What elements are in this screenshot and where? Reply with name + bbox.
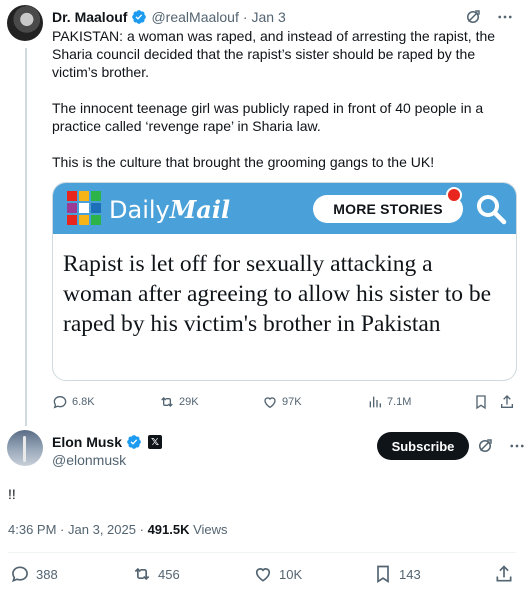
tweet-time[interactable]: 4:36 PM (8, 522, 56, 537)
reply-count: 388 (36, 566, 58, 582)
link-preview-card[interactable]: DailyMail MORE STORIES Rapist is let off… (52, 182, 517, 381)
share-action[interactable] (499, 394, 515, 410)
author-handle[interactable]: @elonmusk (52, 452, 126, 468)
article-headline: Rapist is let off for sexually attacking… (63, 251, 492, 337)
tweet-paragraph: PAKISTAN: a woman was raped, and instead… (52, 28, 496, 80)
reply-icon (11, 566, 28, 583)
like-icon (264, 397, 276, 409)
avatar-maalouf[interactable] (7, 5, 43, 41)
grok-icon[interactable] (464, 8, 482, 26)
verified-badge-icon (127, 435, 141, 449)
avatar-elon-musk[interactable] (7, 430, 43, 466)
logo-tile (79, 203, 89, 213)
views-count: 491.5K (147, 522, 190, 537)
views-count: 7.1M (387, 396, 412, 408)
views-icon (369, 396, 381, 408)
repost-action[interactable]: 456 (132, 564, 180, 584)
reply-header: Elon Musk 𝕏 (52, 433, 163, 451)
subscribe-button[interactable]: Subscribe (377, 432, 469, 460)
author-name[interactable]: Dr. Maalouf (52, 9, 127, 25)
divider (8, 552, 516, 553)
bookmark-icon (377, 565, 389, 584)
tweet-action-bar: 6.8K 29K 97K 7.1M (0, 393, 526, 411)
tweet-timestamp-line: 4:36 PM · Jan 3, 2025 · 491.5K Views (8, 522, 228, 537)
logo-tile (91, 215, 101, 225)
bookmark-action[interactable] (473, 394, 489, 410)
like-count: 10K (279, 566, 303, 582)
logo-tile (79, 191, 89, 201)
author-handle[interactable]: @realMaalouf (151, 9, 238, 25)
logo-tile (67, 215, 77, 225)
views-label: Views (193, 522, 228, 537)
search-icon (477, 195, 507, 225)
tweet-body: PAKISTAN: a woman was raped, and instead… (52, 27, 514, 189)
grok-icon[interactable] (476, 437, 494, 455)
reply-action[interactable]: 6.8K (52, 394, 95, 410)
logo-tile (67, 191, 77, 201)
tweet-full-date[interactable]: Jan 3, 2025 (68, 522, 136, 537)
brand-light: Daily (109, 196, 170, 224)
tweet-paragraph: This is the culture that brought the gro… (52, 154, 435, 170)
more-icon[interactable] (508, 437, 526, 455)
repost-icon (134, 567, 150, 581)
meta-separator: · (139, 522, 144, 537)
bookmark-count: 143 (399, 566, 421, 582)
repost-count: 29K (179, 396, 199, 408)
like-count: 97K (282, 396, 302, 408)
daily-mail-wordmark: DailyMail (109, 195, 230, 224)
tweet-header: Dr. Maalouf @realMaalouf · Jan 3 (52, 8, 286, 26)
logo-tile (91, 203, 101, 213)
bookmark-action[interactable]: 143 (373, 564, 421, 584)
reply-icon (53, 395, 67, 409)
share-icon (501, 395, 513, 408)
repost-count: 456 (158, 566, 180, 582)
reply-action-bar: 388 456 10K 143 (0, 564, 526, 586)
x-affiliation-icon[interactable]: 𝕏 (148, 435, 163, 449)
more-stories-button: MORE STORIES (313, 195, 463, 223)
daily-mail-logo-icon (67, 191, 103, 227)
reply-action[interactable]: 388 (10, 564, 58, 584)
author-name[interactable]: Elon Musk (52, 434, 122, 450)
verified-badge-icon (132, 10, 147, 24)
thread-connector-line (25, 48, 27, 426)
logo-tile (79, 215, 89, 225)
reply-body: !! (8, 486, 16, 502)
like-icon (255, 568, 271, 582)
more-icon[interactable] (496, 8, 514, 26)
like-action[interactable]: 97K (262, 394, 302, 410)
notification-dot (446, 187, 462, 203)
header-separator: · (242, 9, 248, 25)
repost-icon (161, 397, 173, 407)
tweet-top-actions (464, 8, 514, 26)
daily-mail-banner: DailyMail MORE STORIES (53, 183, 516, 234)
tweet-date[interactable]: Jan 3 (252, 9, 286, 25)
share-icon (496, 565, 512, 582)
tweet-paragraph: The innocent teenage girl was publicly r… (52, 100, 484, 134)
brand-bold: Mail (169, 195, 231, 224)
bookmark-icon (476, 395, 486, 410)
share-action[interactable] (494, 564, 514, 584)
repost-action[interactable]: 29K (159, 394, 199, 410)
reply-count: 6.8K (72, 396, 95, 408)
logo-tile (91, 191, 101, 201)
meta-separator: · (60, 522, 65, 537)
like-action[interactable]: 10K (253, 564, 302, 584)
logo-tile (67, 203, 77, 213)
reply-top-actions (476, 437, 526, 455)
views-action[interactable]: 7.1M (367, 394, 411, 410)
